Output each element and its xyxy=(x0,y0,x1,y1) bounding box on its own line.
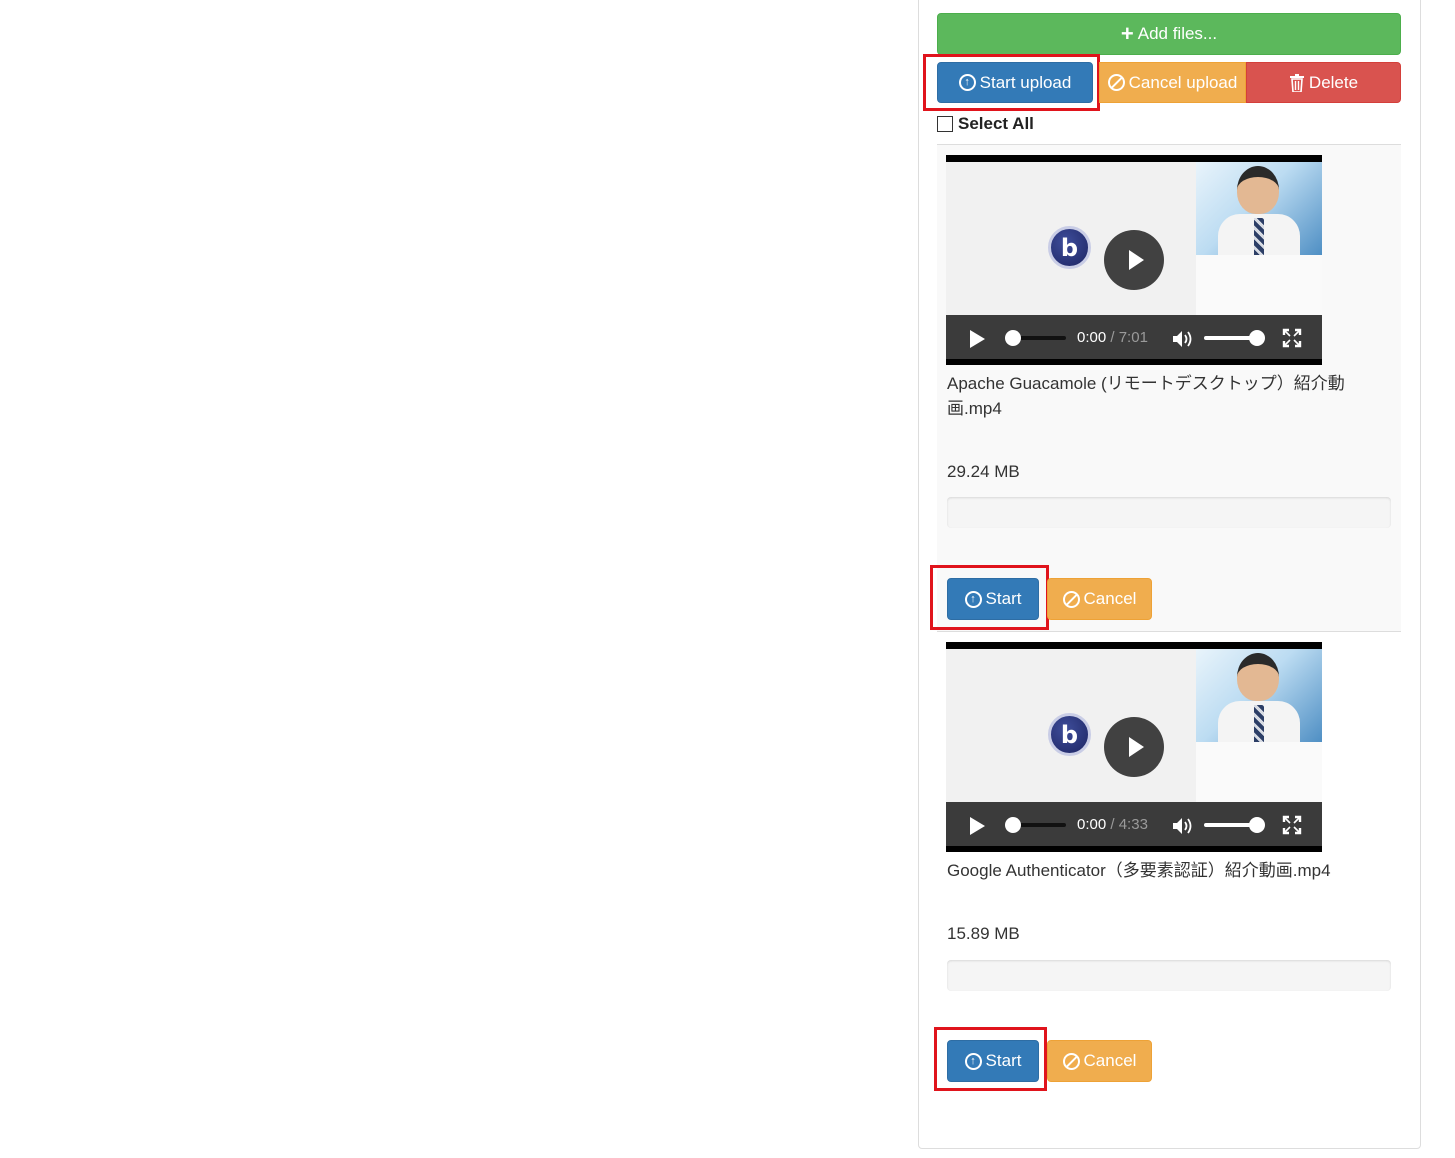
file-name: Google Authenticator（多要素認証）紹介動画.mp4 xyxy=(947,861,1331,880)
volume-handle[interactable] xyxy=(1249,330,1265,346)
cancel-label: Cancel xyxy=(1083,1051,1137,1070)
play-overlay-icon[interactable] xyxy=(1104,717,1164,777)
play-icon[interactable] xyxy=(970,817,985,835)
play-overlay-icon[interactable] xyxy=(1104,230,1164,290)
ban-icon xyxy=(1107,74,1125,91)
seek-handle[interactable] xyxy=(1005,817,1021,833)
start-label: Start xyxy=(985,1051,1022,1070)
time-display: 0:00 / 4:33 xyxy=(1077,816,1148,833)
seek-bar[interactable] xyxy=(1014,823,1066,827)
cancel-button[interactable]: Cancel xyxy=(1047,578,1152,620)
upload-progress-bar xyxy=(947,497,1391,528)
play-icon[interactable] xyxy=(970,330,985,348)
file-name: Apache Guacamole (リモートデスクトップ）紹介動画.mp4 xyxy=(947,374,1345,418)
start-button[interactable]: ↑ Start xyxy=(947,1040,1039,1082)
add-files-button[interactable]: + Add files... xyxy=(937,13,1401,55)
fullscreen-icon[interactable] xyxy=(1282,815,1302,835)
video-controls: 0:00 / 4:33 xyxy=(946,802,1322,846)
bigbluebutton-logo-icon: b xyxy=(1048,713,1091,756)
seek-handle[interactable] xyxy=(1005,330,1021,346)
start-upload-label: Start upload xyxy=(979,72,1072,92)
webcam-presenter-image xyxy=(1196,649,1322,742)
video-controls: 0:00 / 7:01 xyxy=(946,315,1322,359)
cancel-upload-label: Cancel upload xyxy=(1128,72,1238,92)
delete-button[interactable]: Delete xyxy=(1246,62,1401,103)
select-all-checkbox[interactable] xyxy=(937,116,953,132)
video-thumbnail: b xyxy=(946,162,1322,315)
circle-arrow-up-icon: ↑ xyxy=(964,1052,982,1070)
circle-arrow-up-icon: ↑ xyxy=(958,74,976,91)
video-thumbnail: b xyxy=(946,649,1322,802)
file-size: 15.89 MB xyxy=(947,924,1020,943)
volume-icon[interactable] xyxy=(1172,330,1194,348)
cancel-label: Cancel xyxy=(1083,589,1137,608)
ban-icon xyxy=(1062,1052,1080,1070)
file-size: 29.24 MB xyxy=(947,462,1020,481)
start-label: Start xyxy=(985,589,1022,608)
delete-label: Delete xyxy=(1308,72,1359,92)
time-display: 0:00 / 7:01 xyxy=(1077,329,1148,346)
ban-icon xyxy=(1062,590,1080,608)
volume-slider[interactable] xyxy=(1204,823,1252,827)
cancel-upload-button[interactable]: Cancel upload xyxy=(1099,62,1246,103)
video-player[interactable]: b 0:00 / 4:33 xyxy=(946,642,1322,852)
trash-icon xyxy=(1289,73,1304,92)
video-player[interactable]: b 0:00 / 7:01 xyxy=(946,155,1322,365)
volume-slider[interactable] xyxy=(1204,336,1252,340)
file-row: b 0:00 / 7:01 Apache Guacamole (リモートデスクト… xyxy=(937,144,1401,631)
seek-bar[interactable] xyxy=(1014,336,1066,340)
select-all-label: Select All xyxy=(958,114,1034,133)
upload-progress-bar xyxy=(947,960,1391,991)
file-row: b 0:00 / 4:33 Google Authenticator（多要素認証… xyxy=(937,631,1401,1101)
volume-handle[interactable] xyxy=(1249,817,1265,833)
add-files-label: Add files... xyxy=(1137,24,1218,43)
fullscreen-icon[interactable] xyxy=(1282,328,1302,348)
bigbluebutton-logo-icon: b xyxy=(1048,226,1091,269)
webcam-presenter-image xyxy=(1196,162,1322,255)
volume-icon[interactable] xyxy=(1172,817,1194,835)
start-upload-button[interactable]: ↑ Start upload xyxy=(937,62,1093,103)
plus-icon: + xyxy=(1120,21,1134,46)
circle-arrow-up-icon: ↑ xyxy=(964,590,982,608)
cancel-button[interactable]: Cancel xyxy=(1047,1040,1152,1082)
start-button[interactable]: ↑ Start xyxy=(947,578,1039,620)
select-all[interactable]: Select All xyxy=(937,114,1034,134)
